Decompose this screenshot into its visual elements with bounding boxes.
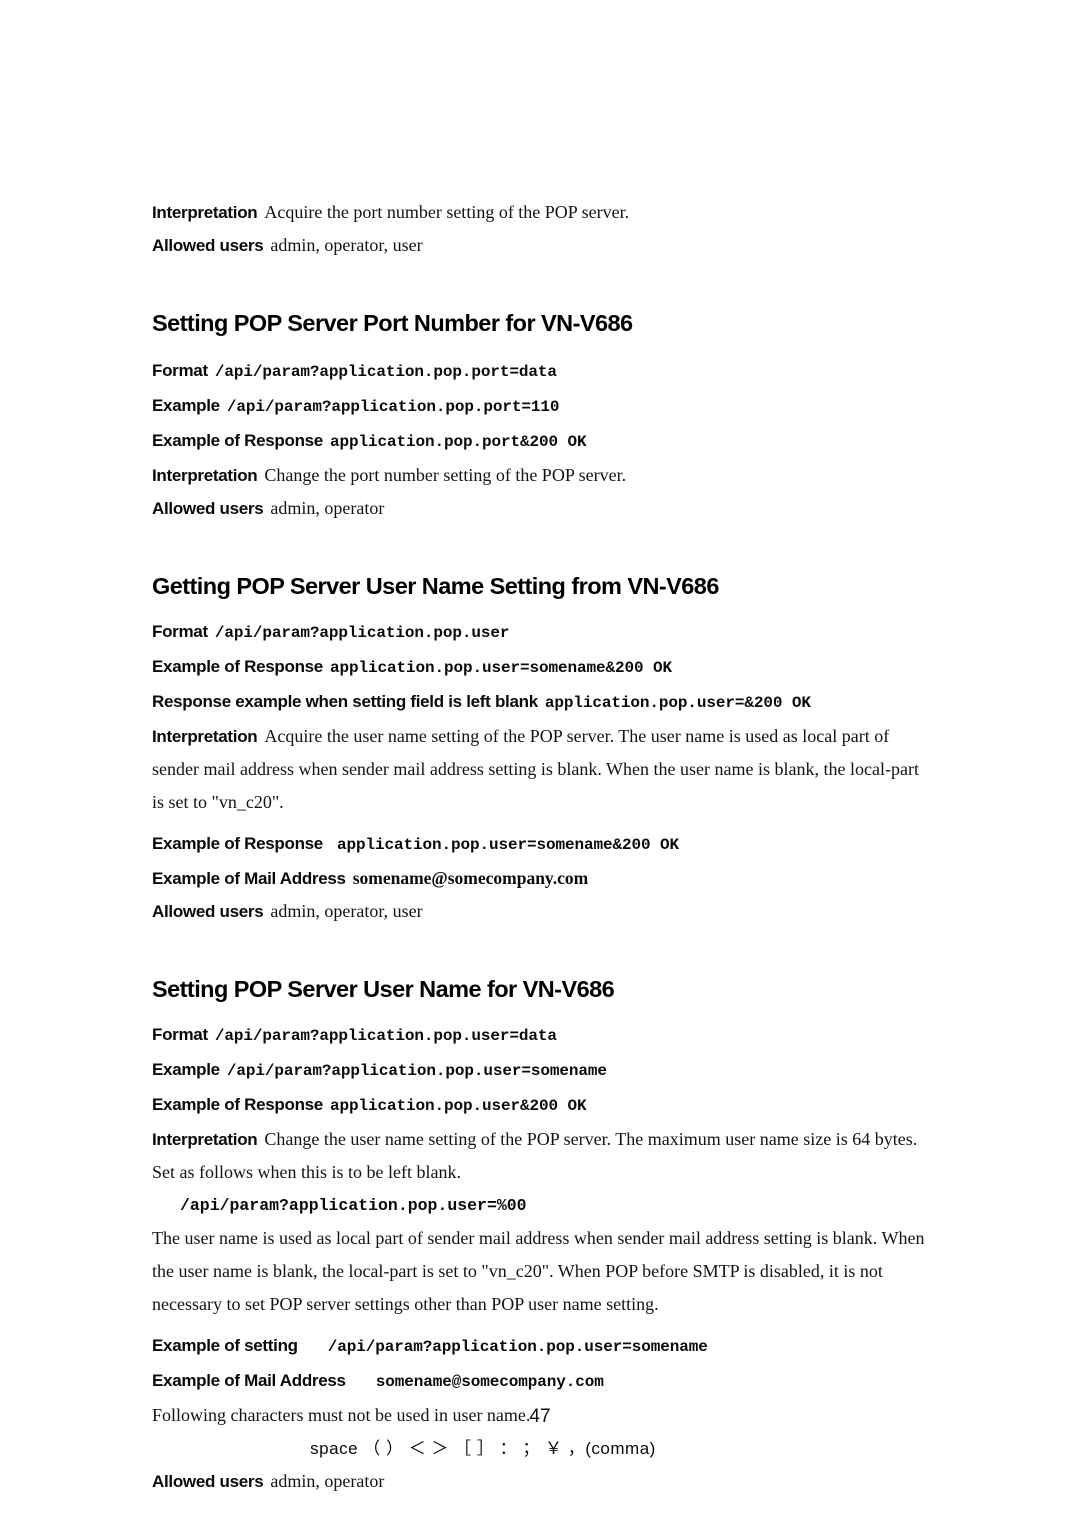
paragraph-interpretation-user-set: Interpretation Change the user name setti… [152, 1123, 934, 1189]
page-content: Interpretation Acquire the port number se… [152, 196, 934, 1498]
row-mail-address-user-get: Example of Mail Address somename@somecomp… [152, 862, 934, 895]
row-label: Response example when setting field is l… [152, 692, 538, 711]
row-value: admin, operator [270, 498, 385, 518]
row-allowed-users-user-set: Allowed users admin, operator [152, 1465, 934, 1498]
row-label: Allowed users [152, 499, 264, 518]
row-allowed-users-port-get: Allowed users admin, operator, user [152, 229, 934, 262]
paragraph-text: Change the user name setting of the POP … [152, 1129, 918, 1182]
row-label: Example of Mail Address [152, 869, 346, 888]
row-allowed-users-user-get: Allowed users admin, operator, user [152, 895, 934, 928]
row-value: application.pop.user=&200 OK [544, 694, 811, 712]
row-label: Interpretation [152, 203, 258, 222]
row-label: Example of Mail Address [152, 1371, 346, 1390]
heading-setting-pop-port: Setting POP Server Port Number for VN-V6… [152, 310, 633, 336]
row-value: /api/param?application.pop.user=somename [226, 1062, 607, 1080]
row-label: Format [152, 1025, 208, 1044]
heading-setting-pop-user: Setting POP Server User Name for VN-V686 [152, 976, 615, 1002]
paragraph-label: Interpretation [152, 727, 258, 746]
document-page: Interpretation Acquire the port number se… [0, 0, 1080, 1528]
row-label: Allowed users [152, 902, 264, 921]
row-value: /api/param?application.pop.user [214, 624, 510, 642]
row-value: admin, operator [270, 1471, 385, 1491]
row-value: Change the port number setting of the PO… [264, 465, 627, 485]
row-value: /api/param?application.pop.port=110 [226, 398, 560, 416]
row-example-response-user-get: Example of Response application.pop.user=… [152, 650, 934, 685]
paragraph-label: Interpretation [152, 1130, 258, 1149]
paragraph-user-name-usage: The user name is used as local part of s… [152, 1228, 925, 1314]
row-label: Allowed users [152, 1472, 264, 1491]
row-label: Example of Response [152, 431, 323, 450]
row-example-response-port-set: Example of Response application.pop.port&… [152, 424, 934, 459]
row-label: Format [152, 361, 208, 380]
row-value: application.pop.user=somename&200 OK [336, 836, 680, 854]
row-interpretation-port-get: Interpretation Acquire the port number se… [152, 196, 934, 229]
forbidden-characters-list: space （ ） ＜ ＞ ［ ］ ： ； ￥ ，(comma) [310, 1439, 656, 1458]
row-value: application.pop.port&200 OK [329, 433, 587, 451]
row-allowed-users-port-set: Allowed users admin, operator [152, 492, 934, 525]
row-example-response-user-set: Example of Response application.pop.user&… [152, 1088, 934, 1123]
row-value: application.pop.user&200 OK [329, 1097, 587, 1115]
row-mail-address-user-set: Example of Mail Address somename@somecomp… [152, 1364, 934, 1399]
row-example-port-set: Example/api/param?application.pop.port=1… [152, 389, 934, 424]
heading-getting-pop-user: Getting POP Server User Name Setting fro… [152, 573, 719, 599]
row-value: /api/param?application.pop.port=data [214, 363, 557, 381]
row-example-response-user-get-2: Example of Response application.pop.user=… [152, 827, 934, 862]
row-label: Example of setting [152, 1336, 298, 1355]
row-format-port-set: Format/api/param?application.pop.port=da… [152, 354, 934, 389]
row-value: /api/param?application.pop.user=somename [327, 1338, 708, 1356]
row-example-of-setting: Example of setting/api/param?application… [152, 1329, 934, 1364]
row-value: application.pop.user=somename&200 OK [329, 659, 673, 677]
paragraph-text: Acquire the user name setting of the POP… [152, 726, 919, 812]
row-label: Format [152, 622, 208, 641]
code-line-blank-user: /api/param?application.pop.user=%00 [180, 1196, 527, 1215]
row-value: admin, operator, user [270, 901, 423, 921]
row-label: Example [152, 396, 220, 415]
row-label: Example [152, 1060, 220, 1079]
row-label: Example of Response [152, 657, 323, 676]
row-response-blank-user-get: Response example when setting field is l… [152, 685, 934, 720]
row-value: somename@somecompany.com [375, 1373, 604, 1391]
row-label: Allowed users [152, 236, 264, 255]
row-label: Example of Response [152, 1095, 323, 1114]
row-value: /api/param?application.pop.user=data [214, 1027, 557, 1045]
row-format-user-get: Format/api/param?application.pop.user [152, 615, 934, 650]
paragraph-interpretation-user-get: Interpretation Acquire the user name sett… [152, 720, 934, 819]
page-number: 47 [529, 1406, 551, 1427]
row-value: Acquire the port number setting of the P… [264, 202, 630, 222]
row-label: Interpretation [152, 466, 258, 485]
row-label: Example of Response [152, 834, 323, 853]
row-format-user-set: Format/api/param?application.pop.user=da… [152, 1018, 934, 1053]
row-value: admin, operator, user [270, 235, 423, 255]
row-interpretation-port-set: Interpretation Change the port number set… [152, 459, 934, 492]
row-example-user-set: Example/api/param?application.pop.user=s… [152, 1053, 934, 1088]
row-value: somename@somecompany.com [352, 868, 589, 888]
